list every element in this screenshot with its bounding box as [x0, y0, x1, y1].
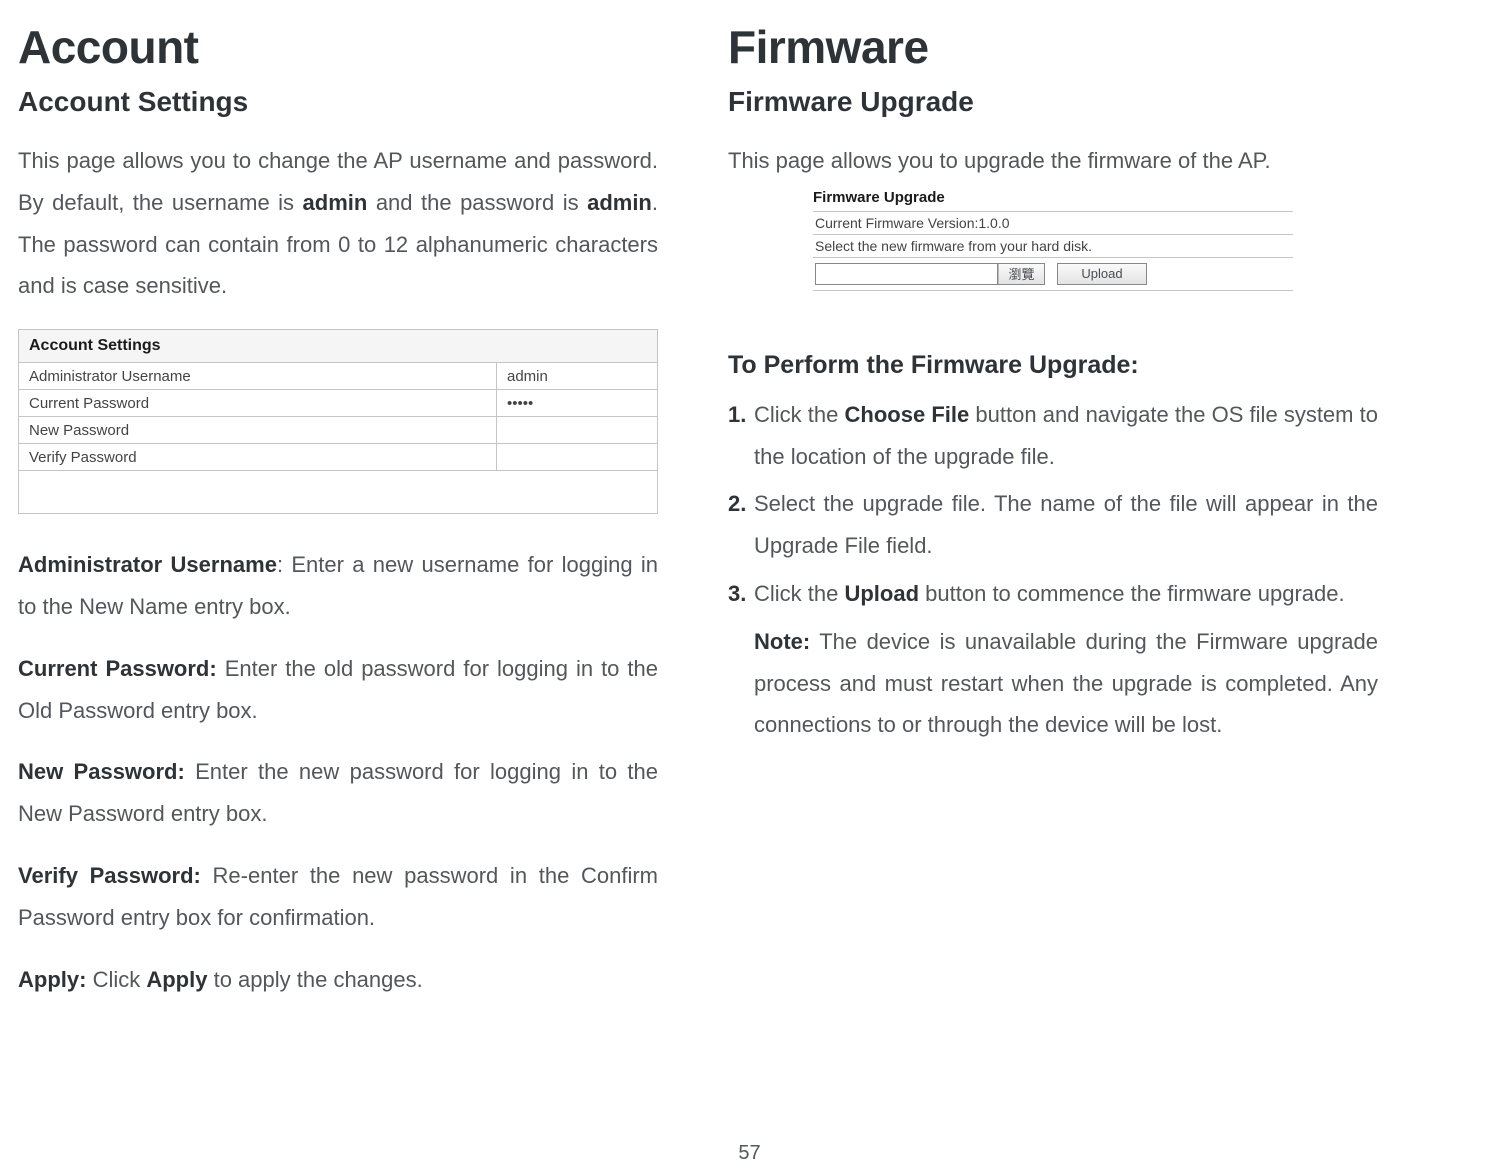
new-password-label: New Password — [19, 417, 497, 443]
new-password-value — [497, 417, 657, 443]
current-password-label: Current Password — [19, 390, 497, 416]
table-row: Verify Password — [19, 444, 657, 471]
file-input-text — [816, 264, 998, 284]
admin-username-label: Administrator Username — [19, 363, 497, 389]
screenshot-table-title: Account Settings — [19, 330, 657, 363]
list-item: 2. Select the upgrade file. The name of … — [754, 483, 1378, 567]
account-intro-text: This page allows you to change the AP us… — [18, 140, 658, 307]
field-label: Apply: — [18, 967, 86, 992]
intro-segment: and the password is — [367, 190, 587, 215]
table-blank-row — [19, 471, 657, 513]
note-text: The device is unavailable during the Fir… — [754, 629, 1378, 738]
verify-password-description: Verify Password: Re-enter the new passwo… — [18, 855, 658, 939]
firmware-select-text: Select the new firmware from your hard d… — [813, 235, 1293, 258]
firmware-upgrade-subheading: Firmware Upgrade — [728, 86, 1378, 118]
field-label: Current Password: — [18, 656, 217, 681]
intro-bold-username: admin — [303, 190, 368, 215]
verify-password-value — [497, 444, 657, 470]
step-bold: Upload — [844, 581, 919, 606]
firmware-heading: Firmware — [728, 20, 1378, 74]
current-password-value: ••••• — [497, 390, 657, 416]
step-text: button to commence the firmware upgrade. — [919, 581, 1345, 606]
step-text: Select the upgrade file. The name of the… — [754, 491, 1378, 558]
firmware-version-text: Current Firmware Version:1.0.0 — [813, 212, 1293, 235]
account-settings-screenshot: Account Settings Administrator Username … — [18, 329, 658, 514]
list-item: 3. Click the Upload button to commence t… — [754, 573, 1378, 615]
verify-password-label: Verify Password — [19, 444, 497, 470]
browse-button[interactable]: 瀏覽 — [998, 264, 1044, 284]
table-row: New Password — [19, 417, 657, 444]
field-label: New Password: — [18, 759, 185, 784]
firmware-upgrade-screenshot: Firmware Upgrade Current Firmware Versio… — [813, 187, 1293, 291]
account-settings-subheading: Account Settings — [18, 86, 658, 118]
intro-bold-password: admin — [587, 190, 652, 215]
field-text: Click — [86, 967, 146, 992]
list-item: 1. Click the Choose File button and navi… — [754, 394, 1378, 478]
step-text: Click the — [754, 402, 845, 427]
perform-upgrade-heading: To Perform the Firmware Upgrade: — [728, 351, 1378, 380]
page-number: 57 — [0, 1142, 1499, 1165]
upload-button[interactable]: Upload — [1057, 263, 1147, 285]
account-heading: Account — [18, 20, 658, 74]
step-number: 2. — [728, 483, 746, 525]
field-label: Verify Password: — [18, 863, 201, 888]
firmware-note: Note: The device is unavailable during t… — [728, 621, 1378, 746]
note-label: Note: — [754, 629, 810, 654]
firmware-screenshot-title: Firmware Upgrade — [813, 187, 1293, 212]
step-number: 3. — [728, 573, 746, 615]
field-text: to apply the changes. — [207, 967, 422, 992]
table-row: Administrator Username admin — [19, 363, 657, 390]
field-label: Administrator Username — [18, 552, 277, 577]
upgrade-steps-list: 1. Click the Choose File button and navi… — [728, 394, 1378, 615]
table-row: Current Password ••••• — [19, 390, 657, 417]
firmware-input-row: 瀏覽 Upload — [813, 258, 1293, 291]
apply-bold: Apply — [146, 967, 207, 992]
step-text: Click the — [754, 581, 844, 606]
admin-username-value: admin — [497, 363, 657, 389]
apply-description: Apply: Click Apply to apply the changes. — [18, 959, 658, 1001]
current-password-description: Current Password: Enter the old password… — [18, 648, 658, 732]
file-input[interactable]: 瀏覽 — [815, 263, 1045, 285]
new-password-description: New Password: Enter the new password for… — [18, 751, 658, 835]
admin-username-description: Administrator Username: Enter a new user… — [18, 544, 658, 628]
firmware-intro-text: This page allows you to upgrade the firm… — [728, 140, 1378, 182]
step-number: 1. — [728, 394, 746, 436]
step-bold: Choose File — [845, 402, 970, 427]
